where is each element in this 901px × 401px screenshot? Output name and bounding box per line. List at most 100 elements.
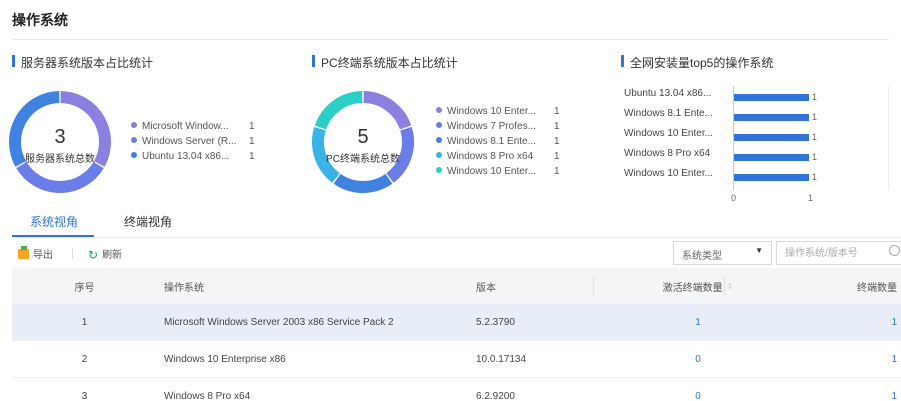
pc-donut-center: 5 PC终端系统总数 — [311, 126, 415, 165]
top5-bar-value: 1 — [812, 132, 818, 142]
legend-dot-icon — [436, 107, 442, 114]
pc-total-label: PC终端系统总数 — [326, 154, 400, 165]
row-active-terminals-value[interactable]: 0 — [695, 391, 701, 401]
server-legend: Microsoft Window... 1 Windows Server (R...… — [131, 121, 255, 166]
search-input[interactable] — [776, 241, 901, 265]
legend-dot-icon — [436, 167, 442, 174]
row-active-terminals-value[interactable]: 0 — [695, 354, 701, 365]
top5-bar-label: Windows 8 Pro x64 — [624, 148, 711, 159]
donut-slice[interactable] — [314, 91, 363, 130]
top5-bar[interactable] — [734, 94, 809, 101]
top5-bar-value: 1 — [812, 152, 818, 162]
tab-system-view[interactable]: 系统视角 — [30, 213, 78, 230]
legend-dot-icon — [436, 122, 442, 129]
row-version-value: 6.2.9200 — [476, 390, 515, 401]
row-index-value: 1 — [81, 316, 88, 328]
top5-bar[interactable] — [734, 134, 809, 141]
top5-bar[interactable] — [734, 154, 809, 161]
table-row[interactable]: 3 Windows 8 Pro x64 6.2.9200 0 1 — [12, 378, 901, 401]
legend-label: Windows 8.1 Ente... — [447, 136, 536, 147]
legend-item[interactable]: Microsoft Window... 1 — [131, 121, 255, 133]
row-os-name-value: Windows 8 Pro x64 — [164, 390, 251, 401]
legend-dot-icon — [131, 137, 137, 144]
row-index: 2 — [12, 341, 157, 377]
row-os-name-value: Microsoft Windows Server 2003 x86 Servic… — [164, 316, 394, 328]
refresh-icon: ↻ — [88, 248, 99, 263]
chevron-down-icon: ▼ — [755, 246, 763, 255]
top5-bar-label: Ubuntu 13.04 x86... — [624, 88, 712, 99]
table-header: 序号 操作系统 版本 激活终端数量 ⇕ 终端数量 — [12, 268, 901, 304]
row-terminals: 1 — [724, 378, 897, 401]
legend-item[interactable]: Windows 8.1 Ente... 1 — [436, 136, 560, 148]
row-terminals-value[interactable]: 1 — [891, 391, 897, 401]
legend-label: Windows Server (R... — [142, 136, 237, 147]
server-total-label: 服务器系统总数 — [25, 154, 95, 165]
top5-tick-0: 0 — [731, 193, 737, 203]
refresh-button[interactable]: ↻ 刷新 — [88, 246, 122, 262]
col-header-index: 序号 — [74, 282, 95, 294]
active-tab-underline — [12, 235, 94, 237]
legend-dot-icon — [436, 152, 442, 159]
table-row[interactable]: 1 Microsoft Windows Server 2003 x86 Servi… — [12, 304, 901, 341]
search-icon[interactable] — [889, 245, 900, 256]
server-donut: 3 服务器系统总数 — [8, 90, 112, 194]
legend-value: 1 — [554, 136, 560, 147]
legend-value: 1 — [554, 121, 560, 132]
row-terminals-value[interactable]: 1 — [891, 354, 897, 365]
row-terminals: 1 — [724, 341, 897, 377]
legend-item[interactable]: Windows 10 Enter... 1 — [436, 106, 560, 118]
refresh-label: 刷新 — [102, 250, 123, 261]
top5-tick-1: 1 — [808, 193, 814, 203]
legend-item[interactable]: Windows 8 Pro x64 1 — [436, 151, 560, 163]
legend-item[interactable]: Windows 10 Enter... 1 — [436, 166, 560, 178]
legend-dot-icon — [131, 122, 137, 129]
row-active-terminals-value[interactable]: 1 — [695, 317, 701, 328]
donut-slice[interactable] — [363, 91, 412, 130]
top5-bar-value: 1 — [812, 112, 818, 122]
row-terminals: 1 — [724, 304, 897, 340]
legend-label: Windows 7 Profes... — [447, 121, 536, 132]
top5-bar[interactable] — [734, 174, 809, 181]
pc-total: 5 — [357, 126, 369, 148]
row-index-value: 2 — [81, 353, 88, 365]
row-version: 5.2.3790 — [476, 304, 515, 340]
row-terminals-value[interactable]: 1 — [891, 317, 897, 328]
title-divider — [12, 39, 889, 40]
page-title: 操作系统 — [12, 12, 68, 28]
export-icon — [18, 246, 29, 260]
pc-legend: Windows 10 Enter... 1 Windows 7 Profes... 1… — [436, 106, 560, 181]
legend-label: Microsoft Window... — [142, 121, 229, 132]
row-version: 6.2.9200 — [476, 378, 515, 401]
row-index-value: 3 — [81, 390, 88, 401]
server-donut-center: 3 服务器系统总数 — [8, 126, 112, 165]
legend-item[interactable]: Ubuntu 13.04 x86... 1 — [131, 151, 255, 163]
top5-bar-label: Windows 10 Enter... — [624, 168, 713, 179]
donut-slice[interactable] — [333, 173, 393, 193]
pc-donut: 5 PC终端系统总数 — [311, 90, 415, 194]
export-label: 导出 — [33, 250, 53, 261]
top5-panel-title: 全网安装量top5的操作系统 — [621, 54, 773, 71]
server-panel-title: 服务器系统版本占比统计 — [12, 54, 153, 71]
legend-dot-icon — [131, 152, 137, 159]
tab-terminal-view[interactable]: 终端视角 — [124, 213, 172, 230]
table-row[interactable]: 2 Windows 10 Enterprise x86 10.0.17134 0 1 — [12, 341, 901, 378]
row-index: 3 — [12, 378, 157, 401]
row-os-name-value: Windows 10 Enterprise x86 — [164, 353, 286, 365]
os-table: 序号 操作系统 版本 激活终端数量 ⇕ 终端数量 1 Microsoft Windo… — [12, 268, 901, 401]
donut-slice[interactable] — [16, 161, 104, 193]
top5-bar[interactable] — [734, 114, 809, 121]
legend-value: 1 — [249, 121, 255, 132]
legend-item[interactable]: Windows Server (R... 1 — [131, 136, 255, 148]
row-version-value: 10.0.17134 — [476, 353, 527, 365]
legend-value: 1 — [249, 136, 255, 147]
system-type-select-value: 系统类型 — [682, 251, 722, 262]
top5-bar-value: 1 — [812, 92, 818, 102]
system-type-select[interactable]: 系统类型 ▼ — [673, 241, 772, 265]
toolbar-separator — [72, 248, 73, 259]
export-button[interactable]: 导出 — [18, 246, 53, 261]
row-version-value: 5.2.3790 — [476, 316, 515, 328]
legend-value: 1 — [554, 151, 560, 162]
legend-item[interactable]: Windows 7 Profes... 1 — [436, 121, 560, 133]
col-header-version: 版本 — [476, 282, 496, 294]
legend-value: 1 — [554, 106, 560, 117]
